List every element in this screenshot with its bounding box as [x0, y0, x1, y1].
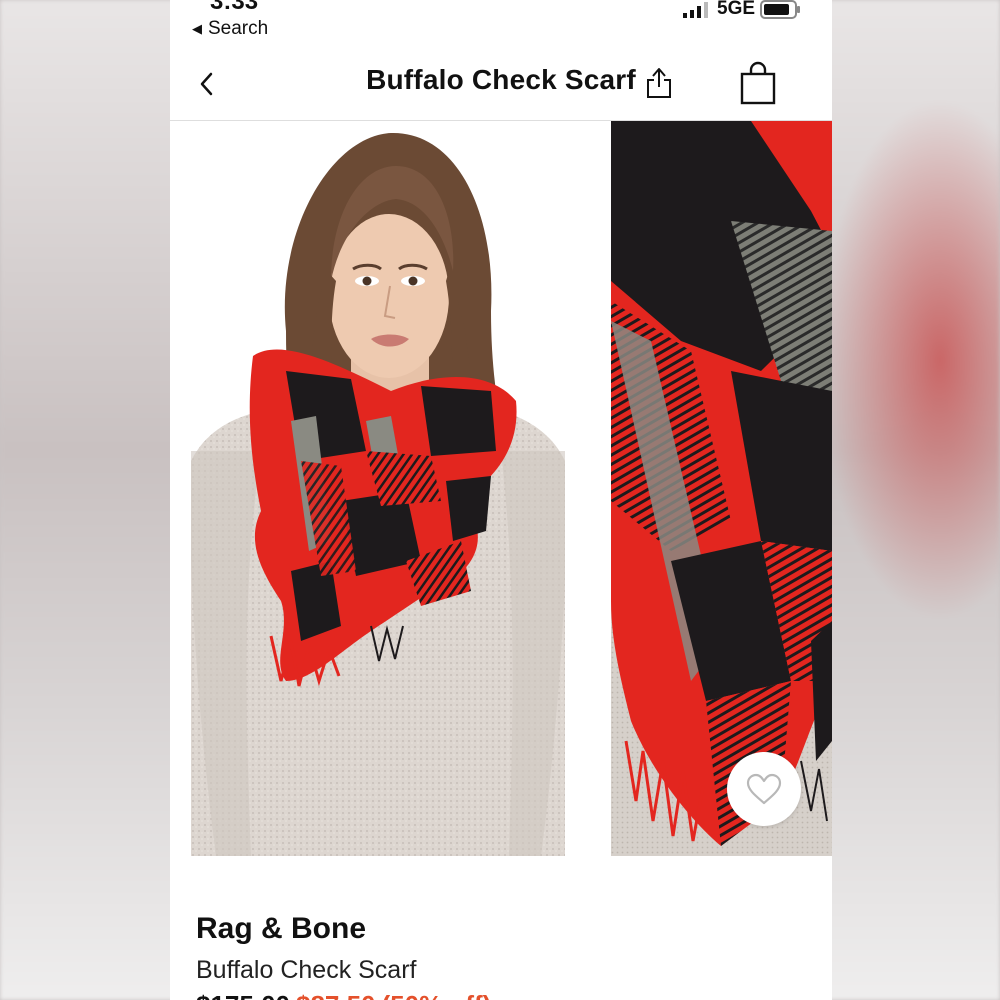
page-title: Buffalo Check Scarf	[366, 64, 636, 95]
product-name: Buffalo Check Scarf	[196, 956, 417, 984]
product-photo-closeup[interactable]	[611, 121, 832, 856]
closeup-photo-illustration	[611, 121, 832, 856]
shopping-bag-icon	[740, 61, 776, 105]
back-triangle-icon: ◀	[192, 21, 202, 36]
share-icon	[647, 68, 671, 98]
discount-badge: (50% off)	[382, 990, 492, 1000]
model-photo-illustration	[191, 132, 565, 856]
product-image-carousel[interactable]	[170, 121, 832, 866]
phone-screen: 3:33 ◀ Search 5GE Buffalo Check Scarf Ra…	[170, 0, 832, 1000]
shopping-bag-button[interactable]	[740, 61, 776, 105]
favorite-button[interactable]	[727, 752, 801, 826]
signal-icon	[683, 2, 708, 18]
sale-price: $87.50	[296, 990, 376, 1000]
navigation-bar: Buffalo Check Scarf	[170, 50, 832, 121]
network-indicator: 5GE	[717, 0, 756, 19]
status-time: 3:33	[210, 0, 259, 15]
battery-icon	[760, 0, 800, 19]
price-row: $175.00 $87.50 (50% off)	[196, 990, 491, 1000]
product-brand[interactable]: Rag & Bone	[196, 912, 366, 946]
product-photo-model[interactable]	[191, 121, 565, 856]
status-bar: 3:33 ◀ Search 5GE	[170, 0, 832, 46]
original-price: $175.00	[196, 990, 290, 1000]
back-app-label: Search	[208, 18, 269, 39]
back-to-search-link[interactable]: ◀ Search	[192, 18, 268, 40]
share-button[interactable]	[644, 63, 674, 101]
heart-icon	[746, 773, 782, 805]
